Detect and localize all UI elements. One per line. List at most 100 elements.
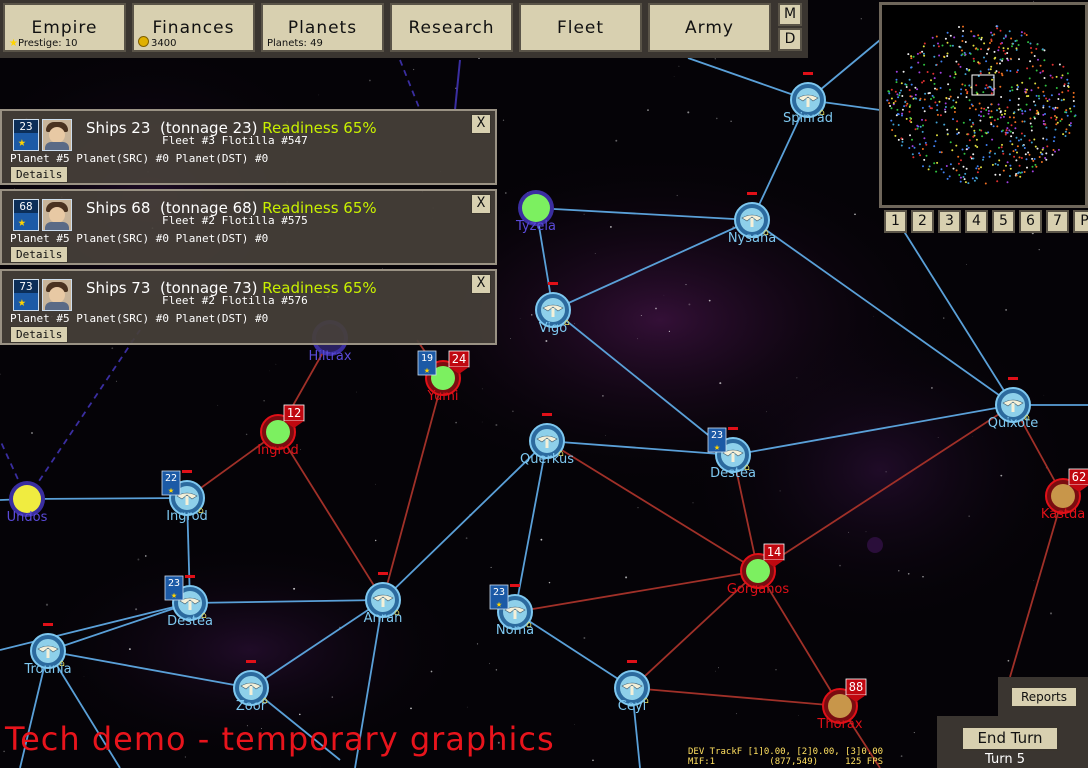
minimap-dot: [1056, 121, 1059, 124]
minimap-dot: [991, 34, 994, 37]
minimap-dot: [1069, 124, 1072, 127]
minimap-dot: [1011, 143, 1014, 146]
minimap-dot: [982, 91, 985, 94]
minimap-dot: [946, 31, 949, 34]
minimap-button-1[interactable]: 1: [884, 210, 907, 233]
m-button[interactable]: M: [778, 3, 802, 26]
close-button[interactable]: X: [471, 274, 491, 294]
planets-count-text: Planets: 49: [267, 38, 323, 49]
minimap-dot: [1019, 108, 1022, 111]
minimap-dot: [905, 86, 908, 88]
minimap-button-5[interactable]: 5: [992, 210, 1015, 233]
minimap-dot: [1017, 139, 1020, 142]
details-button[interactable]: Details: [10, 246, 69, 263]
minimap-dot: [1045, 126, 1048, 129]
empire-button[interactable]: Empire ★Prestige: 10: [3, 3, 126, 52]
reports-button[interactable]: Reports: [1011, 687, 1077, 707]
money-text: 3400: [138, 36, 176, 49]
minimap-button-p[interactable]: P: [1073, 210, 1088, 233]
minimap-dot: [1043, 77, 1046, 79]
minimap-dot: [958, 45, 961, 48]
minimap-dot: [1034, 104, 1037, 107]
minimap-dot: [1016, 69, 1019, 72]
minimap-button-3[interactable]: 3: [938, 210, 961, 233]
minimap-dot: [1006, 106, 1009, 109]
minimap-dot: [950, 106, 953, 109]
minimap-dot: [1054, 115, 1056, 117]
star: [299, 713, 301, 716]
star: [719, 382, 722, 385]
minimap-dot: [1046, 100, 1049, 102]
minimap-dot: [908, 89, 911, 92]
minimap-dot: [946, 177, 949, 180]
fleet-button[interactable]: Fleet: [519, 3, 642, 52]
minimap-dot: [973, 60, 975, 63]
minimap-dot: [953, 76, 956, 79]
close-button[interactable]: X: [471, 194, 491, 214]
minimap-dot: [1019, 175, 1022, 178]
minimap-dot: [1015, 174, 1018, 177]
minimap-dot: [928, 105, 931, 108]
star: [685, 284, 687, 286]
star: [730, 120, 732, 123]
minimap-dot: [949, 95, 952, 98]
minimap-dot: [1043, 94, 1046, 97]
minimap-dot: [940, 60, 943, 63]
research-button[interactable]: Research: [390, 3, 513, 52]
minimap-button-7[interactable]: 7: [1046, 210, 1069, 233]
minimap-button-2[interactable]: 2: [911, 210, 934, 233]
army-button[interactable]: Army: [648, 3, 771, 52]
minimap-dot: [1005, 129, 1008, 132]
minimap-dot: [1006, 131, 1009, 134]
close-button[interactable]: X: [471, 114, 491, 134]
minimap-dot: [916, 52, 919, 55]
garrison-count: 24: [452, 352, 466, 366]
planet-name: Vigo: [539, 321, 567, 336]
minimap-dot: [939, 71, 942, 74]
minimap-button-6[interactable]: 6: [1019, 210, 1042, 233]
minimap-dot: [978, 37, 981, 40]
fleet-icon: 68 ★: [13, 199, 39, 231]
star: [854, 213, 856, 216]
details-button[interactable]: Details: [10, 326, 69, 343]
end-turn-button[interactable]: End Turn: [961, 726, 1059, 751]
star: [331, 696, 334, 698]
star: [504, 192, 507, 194]
fleet-icon: 73 ★: [13, 279, 39, 311]
minimap-dot: [940, 168, 943, 171]
minimap-dot: [944, 102, 947, 105]
minimap-dot: [901, 140, 904, 143]
planet-name: Querkus: [520, 452, 574, 467]
minimap-dot: [971, 104, 974, 107]
star: [318, 94, 320, 96]
minimap-dot: [919, 125, 922, 128]
minimap-dot: [1058, 63, 1061, 66]
minimap-dot: [1060, 99, 1063, 102]
minimap-dot: [1051, 76, 1054, 79]
details-button[interactable]: Details: [10, 166, 69, 183]
minimap-dot: [1069, 107, 1072, 110]
minimap-dot: [967, 182, 970, 185]
star-icon: ★: [714, 442, 720, 453]
d-button[interactable]: D: [778, 28, 802, 51]
minimap-dot: [955, 169, 958, 172]
minimap[interactable]: [879, 2, 1088, 208]
finances-button[interactable]: Finances 3400: [132, 3, 255, 52]
planets-button[interactable]: Planets Planets: 49: [261, 3, 384, 52]
minimap-dot: [1016, 71, 1018, 74]
star: [968, 515, 970, 517]
minimap-dot: [1036, 43, 1039, 46]
minimap-dot: [1025, 103, 1028, 106]
coin-icon: [138, 36, 149, 47]
minimap-dot: [1018, 164, 1021, 167]
minimap-dot: [901, 112, 904, 115]
minimap-dot: [1011, 89, 1014, 92]
empire-label: Empire: [31, 18, 98, 38]
minimap-dot: [936, 113, 939, 116]
minimap-button-4[interactable]: 4: [965, 210, 988, 233]
minimap-dot: [1002, 169, 1005, 172]
star: [1033, 580, 1035, 581]
minimap-dot: [1012, 150, 1015, 153]
minimap-dot: [990, 38, 993, 41]
minimap-dot: [1012, 116, 1015, 119]
